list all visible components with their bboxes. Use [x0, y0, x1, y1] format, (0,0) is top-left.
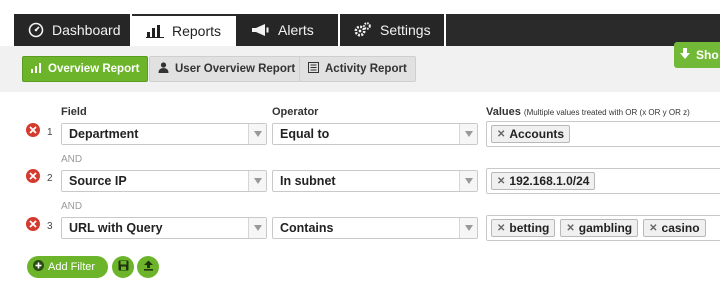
- values-input[interactable]: ✕ betting ✕ gambling ✕ casino: [486, 215, 720, 241]
- chevron-down-icon: [248, 171, 266, 191]
- chevron-down-icon: [248, 124, 266, 144]
- plus-circle-icon: [33, 260, 44, 274]
- value-tag[interactable]: ✕ gambling: [560, 219, 639, 237]
- values-header-note: (Multiple values treated with OR (x OR y…: [523, 108, 690, 117]
- remove-tag-icon[interactable]: ✕: [497, 176, 505, 187]
- and-joiner-label: AND: [61, 154, 83, 165]
- delete-filter-button[interactable]: [26, 169, 40, 183]
- save-filter-button[interactable]: [112, 256, 134, 278]
- value-tag-label: gambling: [578, 221, 633, 235]
- field-select-value: URL with Query: [69, 221, 163, 235]
- upload-filter-button[interactable]: [137, 256, 159, 278]
- save-disk-icon: [118, 258, 129, 276]
- tab-alerts[interactable]: Alerts: [236, 14, 340, 46]
- remove-tag-icon[interactable]: ✕: [497, 223, 505, 234]
- user-icon: [158, 62, 169, 76]
- delete-filter-button[interactable]: [26, 123, 40, 137]
- values-column-header: Values (Multiple values treated with OR …: [486, 106, 690, 118]
- tab-dashboard[interactable]: Dashboard: [14, 14, 132, 46]
- button-label: Activity Report: [325, 63, 407, 75]
- list-icon: [308, 62, 319, 76]
- operator-select[interactable]: Equal to: [272, 123, 478, 145]
- report-type-bar: Overview Report User Overview Report Act…: [0, 46, 720, 92]
- remove-tag-icon[interactable]: ✕: [566, 223, 574, 234]
- values-input[interactable]: ✕ 192.168.1.0/24: [486, 168, 720, 194]
- operator-column-header: Operator: [272, 106, 319, 118]
- dashboard-gauge-icon: [28, 22, 44, 38]
- top-navigation: Dashboard Reports Alerts Settings: [0, 0, 720, 46]
- upload-icon: [143, 258, 154, 276]
- tab-reports[interactable]: Reports: [132, 16, 236, 46]
- filter-row-number: 1: [47, 127, 53, 138]
- filter-row-number: 3: [47, 221, 53, 232]
- tab-label: Settings: [380, 22, 431, 38]
- bar-chart-icon: [31, 62, 42, 76]
- value-tag[interactable]: ✕ 192.168.1.0/24: [491, 172, 596, 190]
- close-icon: [29, 126, 37, 134]
- chevron-down-icon: [459, 124, 477, 144]
- delete-filter-button[interactable]: [26, 217, 40, 231]
- close-icon: [29, 220, 37, 228]
- values-header-label: Values: [486, 106, 521, 118]
- close-icon: [29, 172, 37, 180]
- chevron-down-icon: [248, 218, 266, 238]
- field-select[interactable]: Source IP: [61, 170, 267, 192]
- remove-tag-icon[interactable]: ✕: [497, 129, 505, 140]
- value-tag[interactable]: ✕ Accounts: [491, 125, 571, 143]
- value-tag-label: Accounts: [509, 127, 565, 141]
- megaphone-icon: [250, 23, 270, 37]
- operator-select[interactable]: Contains: [272, 217, 478, 239]
- and-joiner-label: AND: [61, 201, 83, 212]
- button-label: User Overview Report: [175, 63, 296, 75]
- value-tag[interactable]: ✕ casino: [643, 219, 706, 237]
- value-tag-label: 192.168.1.0/24: [509, 174, 590, 188]
- tab-label: Reports: [172, 23, 222, 39]
- add-filter-button[interactable]: Add Filter: [27, 256, 108, 278]
- tab-label: Alerts: [278, 22, 314, 38]
- value-tag-label: betting: [509, 221, 550, 235]
- chevron-down-icon: [459, 218, 477, 238]
- values-input[interactable]: ✕ Accounts: [486, 121, 720, 147]
- tab-settings[interactable]: Settings: [340, 14, 446, 46]
- chevron-down-icon: [459, 171, 477, 191]
- filter-builder: Field Operator Values (Multiple values t…: [0, 92, 720, 282]
- operator-select-value: In subnet: [280, 174, 336, 188]
- value-tag-label: casino: [661, 221, 700, 235]
- overview-report-button[interactable]: Overview Report: [22, 56, 149, 82]
- value-tag[interactable]: ✕ betting: [491, 219, 556, 237]
- tab-label: Dashboard: [52, 22, 121, 38]
- operator-select[interactable]: In subnet: [272, 170, 478, 192]
- arrow-down-icon: [680, 48, 690, 62]
- add-filter-label: Add Filter: [48, 261, 96, 273]
- operator-select-value: Contains: [280, 221, 334, 235]
- field-select-value: Source IP: [69, 174, 127, 188]
- show-button[interactable]: Sho: [674, 42, 720, 68]
- filter-row-number: 2: [47, 173, 53, 184]
- field-select-value: Department: [69, 127, 139, 141]
- bar-chart-icon: [146, 24, 164, 38]
- operator-select-value: Equal to: [280, 127, 330, 141]
- field-select[interactable]: Department: [61, 123, 267, 145]
- activity-report-button[interactable]: Activity Report: [299, 56, 416, 82]
- button-label: Overview Report: [48, 63, 140, 75]
- field-column-header: Field: [61, 106, 87, 118]
- user-overview-report-button[interactable]: User Overview Report: [149, 56, 305, 82]
- show-button-label: Sho: [696, 48, 719, 62]
- remove-tag-icon[interactable]: ✕: [649, 223, 657, 234]
- field-select[interactable]: URL with Query: [61, 217, 267, 239]
- gears-icon: [354, 22, 372, 38]
